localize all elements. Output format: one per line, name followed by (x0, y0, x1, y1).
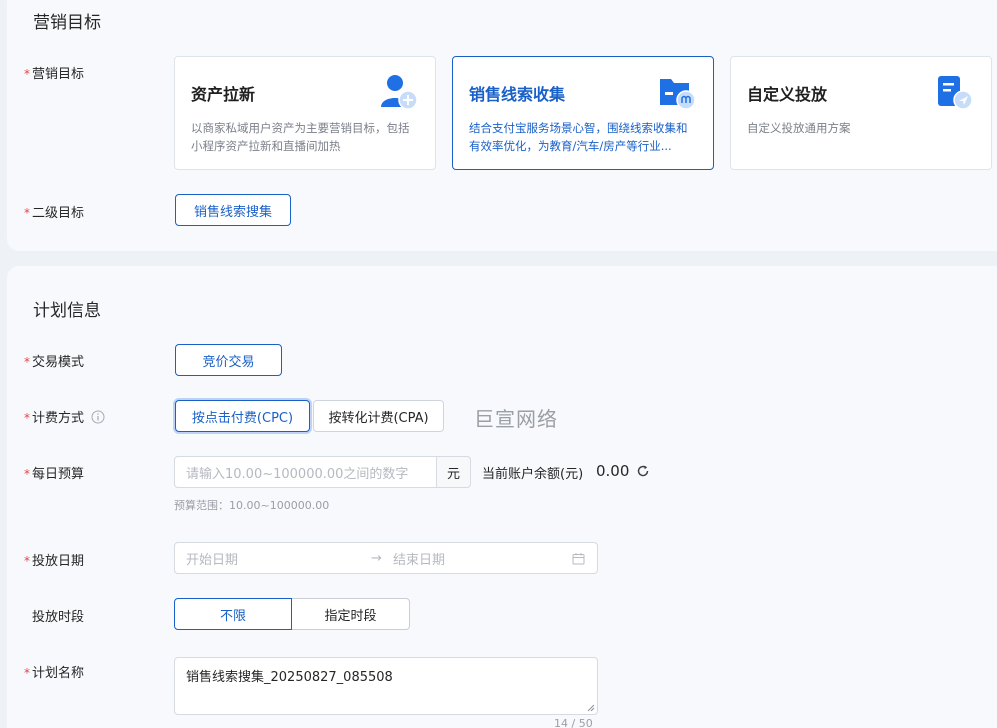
folder-clue-icon (660, 79, 696, 110)
budget-label: * 每日预算 (24, 467, 85, 482)
start-date-input[interactable]: 开始日期 (186, 549, 238, 568)
date-range-picker[interactable]: 开始日期 → 结束日期 (174, 542, 598, 574)
resize-handle-icon[interactable] (587, 704, 595, 712)
budget-unit: 元 (437, 456, 471, 488)
goal-card-asset[interactable]: 资产拉新 以商家私域用户资产为主要营销目标，包括小程序资产拉新和直播间加热 (174, 56, 436, 170)
sub-goal-label: * 二级目标 (24, 206, 85, 221)
billing-option-cpa[interactable]: 按转化计费(CPA) (313, 400, 444, 432)
goal-card-leads[interactable]: 销售线索收集 结合支付宝服务场景心智，围绕线索收集和有效率优化，为教育/汽车/房… (452, 56, 714, 170)
goal-card-title: 自定义投放 (747, 85, 828, 104)
balance-value: 0.00 (596, 462, 630, 480)
section-title-goal: 营销目标 (33, 13, 101, 33)
sub-goal-option[interactable]: 销售线索搜集 (175, 194, 291, 226)
billing-option-cpc[interactable]: 按点击付费(CPC) (175, 400, 310, 432)
plan-name-textarea[interactable]: 销售线索搜集_20250827_085508 (174, 657, 598, 715)
calendar-icon (572, 553, 585, 565)
user-add-icon (381, 75, 418, 110)
plan-info-panel: 计划信息 * 交易模式 竞价交易 * 计费方式 按点击付费(CPC) 按转化计费(C… (7, 266, 997, 728)
marketing-goal-panel: 营销目标 * 营销目标 资产拉新 以商家私域用户资产为主要营销目标，包括小程序资产… (7, 0, 997, 251)
date-separator-icon: → (371, 550, 382, 566)
period-option-unlimited[interactable]: 不限 (174, 598, 292, 630)
date-label: * 投放日期 (24, 554, 85, 569)
section-title-plan: 计划信息 (33, 301, 101, 321)
watermark-text: 巨宣网络 (474, 407, 558, 431)
goal-card-desc: 结合支付宝服务场景心智，围绕线索收集和有效率优化，为教育/汽车/房产等行业... (469, 121, 688, 153)
period-label: 投放时段 (32, 610, 85, 625)
goal-label: * 营销目标 (24, 67, 85, 82)
refresh-icon[interactable] (636, 464, 650, 478)
period-option-custom[interactable]: 指定时段 (291, 598, 410, 630)
goal-card-custom[interactable]: 自定义投放 自定义投放通用方案 (730, 56, 992, 170)
trade-mode-label: * 交易模式 (24, 355, 85, 370)
document-send-icon (938, 76, 973, 110)
info-icon[interactable] (91, 410, 105, 424)
plan-name-counter: 14 / 50 (554, 717, 593, 728)
goal-card-desc: 自定义投放通用方案 (747, 121, 851, 135)
billing-label: * 计费方式 (24, 407, 105, 426)
trade-mode-option[interactable]: 竞价交易 (175, 344, 282, 376)
plan-name-label: * 计划名称 (24, 666, 85, 681)
goal-card-desc: 以商家私域用户资产为主要营销目标，包括小程序资产拉新和直播间加热 (191, 121, 410, 153)
budget-hint: 预算范围：10.00~100000.00 (174, 499, 330, 512)
balance-label: 当前账户余额(元) (482, 467, 584, 482)
goal-card-title: 销售线索收集 (469, 85, 566, 104)
goal-card-title: 资产拉新 (191, 85, 256, 104)
budget-input[interactable]: 请输入10.00~100000.00之间的数字 (174, 456, 437, 488)
end-date-input[interactable]: 结束日期 (393, 549, 445, 568)
